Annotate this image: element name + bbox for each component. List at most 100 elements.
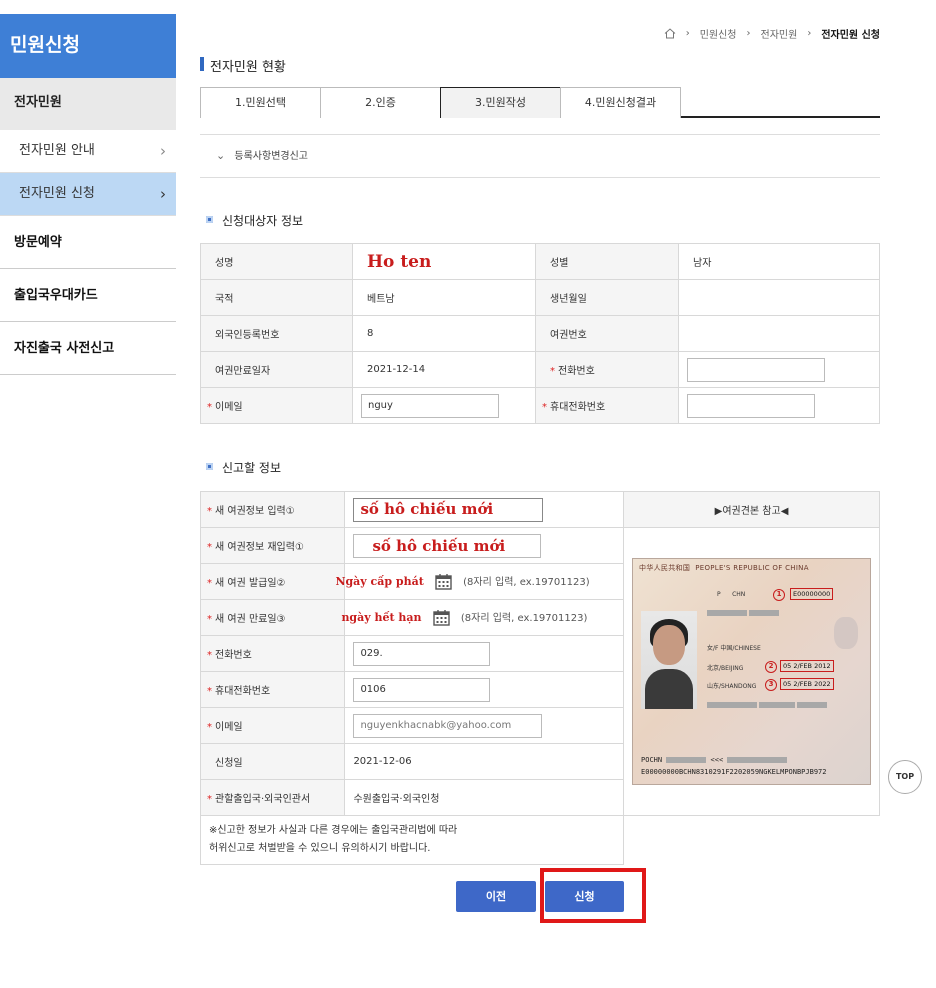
required-mark: * (542, 402, 547, 413)
sidebar-title: 민원신청 (0, 14, 176, 78)
submit-highlight-box (540, 868, 646, 923)
breadcrumb-item[interactable]: 민원신청 (700, 26, 737, 41)
sidebar-item-label: 전자민원 안내 (19, 143, 95, 158)
required-mark: * (207, 650, 212, 661)
marker-3: 3 (765, 679, 778, 691)
required-mark: * (207, 578, 212, 589)
report-email-input[interactable]: nguyenkhacnabk@yahoo.com (353, 713, 543, 738)
passport-expiry-date: 05 2/FEB 2022 (780, 678, 834, 690)
tab-write[interactable]: 3.민원작성 (440, 87, 561, 118)
collapse-label: 등록사항변경신고 (234, 151, 309, 162)
page-title: 전자민원 현황 (200, 56, 286, 75)
phone-label: 전화번호 (558, 366, 595, 377)
home-icon[interactable] (664, 28, 676, 39)
sidebar-menu-visit-reservation[interactable]: 방문예약 (0, 216, 176, 269)
required-mark: * (207, 614, 212, 625)
gender-value: 남자 (678, 243, 880, 280)
apply-date-label: 신청일 (199, 743, 346, 780)
issue-date-label: 새 여권 발급일② (215, 578, 286, 589)
issue-date-input[interactable]: Ngày cấp phát (335, 575, 423, 588)
applicant-info-table: 성명 Ho ten 성별 남자 국적 베트남 생년월일 외국인등록번호 8 여권… (200, 243, 880, 424)
calendar-icon[interactable] (433, 609, 450, 626)
marker-1: 1 (773, 589, 786, 601)
expiry-date-label: 새 여권 만료일③ (215, 614, 286, 625)
tab-result[interactable]: 4.민원신청결과 (560, 87, 681, 118)
breadcrumb-item[interactable]: 전자민원 (761, 26, 798, 41)
gender-label: 성별 (535, 243, 679, 280)
passport-sample-image: 中华人民共和国 PEOPLE'S REPUBLIC OF CHINA P CHN… (632, 558, 872, 785)
mobile-input[interactable] (687, 393, 815, 418)
nationality-label: 국적 (200, 279, 353, 316)
expiry-date-input[interactable]: ngày hết hạn (341, 611, 421, 624)
passport-issue-place: 山东/SHANDONG (707, 683, 757, 690)
sidebar-item-guide[interactable]: 전자민원 안내 › (0, 130, 176, 173)
collapse-toggle[interactable]: ⌄ 등록사항변경신고 (200, 134, 880, 178)
chevron-right-icon: › (160, 185, 166, 203)
required-mark: * (207, 506, 212, 517)
tab-auth[interactable]: 2.인증 (320, 87, 441, 118)
name-label: 성명 (200, 243, 353, 280)
sidebar-menu-voluntary-departure[interactable]: 자진출국 사전신고 (0, 322, 176, 375)
date-format-hint: (8자리 입력, ex.19701123) (463, 576, 590, 588)
passport-type: P (717, 591, 721, 598)
passport-sex-nationality: 女/F 中国/CHINESE (707, 645, 761, 652)
breadcrumb: › 민원신청 › 전자민원 › 전자민원 신청 (664, 26, 880, 41)
name-value: Ho ten (367, 251, 432, 272)
required-mark: * (207, 686, 212, 697)
sidebar-section-e-civil[interactable]: 전자민원 (0, 78, 176, 130)
report-info-table: * 새 여권정보 입력① số hô chiếu mới ▶여권견본 참고◀ * 새… (199, 491, 880, 865)
office-label: 관할출입국·외국인관서 (215, 794, 311, 805)
report-phone-input[interactable]: 029. (353, 641, 491, 666)
breadcrumb-separator: › (746, 28, 751, 39)
passport-mrz-line2: E00000000BCHN8310291F2202059NGKELMPONBPJ… (641, 768, 827, 776)
phone-input[interactable] (687, 357, 825, 382)
breadcrumb-separator: › (685, 28, 690, 39)
sidebar-item-apply[interactable]: 전자민원 신청 › (0, 173, 176, 216)
scroll-top-button[interactable]: TOP (888, 760, 922, 794)
required-mark: * (207, 402, 212, 413)
required-mark: * (207, 722, 212, 733)
notice-line: 허위신고로 처벌받을 수 있으니 유의하시기 바랍니다. (209, 843, 431, 854)
new-passport-input[interactable]: số hô chiếu mới (353, 497, 544, 522)
applicant-heading: 신청대상자 정보 (206, 212, 303, 229)
passport-expiry-label: 여권만료일자 (200, 351, 353, 388)
report-email-label: 이메일 (215, 722, 243, 733)
passport-reference-label: ▶여권견본 참고◀ (623, 491, 880, 528)
alien-reg-label: 외국인등록번호 (200, 315, 353, 352)
passport-photo (641, 611, 698, 709)
notice-text: ※신고한 정보가 사실과 다른 경우에는 출입국관리법에 따라 허위신고로 처벌… (199, 815, 625, 865)
office-value: 수원출입국·외국인청 (344, 779, 625, 816)
new-passport-re-label: 새 여권정보 재입력① (215, 542, 304, 553)
passport-ghost-photo (834, 617, 859, 649)
passport-issue-date: 05 2/FEB 2012 (780, 660, 834, 672)
report-mobile-input[interactable]: 0106 (353, 677, 491, 702)
calendar-icon[interactable] (435, 573, 452, 590)
email-input[interactable]: nguy (361, 393, 499, 418)
passport-mrz-line1: POCHN (641, 756, 663, 764)
date-format-hint: (8자리 입력, ex.19701123) (460, 612, 588, 624)
prev-button[interactable]: 이전 (456, 881, 536, 912)
sidebar-menu-priority-card[interactable]: 출입국우대카드 (0, 269, 176, 322)
passport-birth-place: 北京/BEIJING (707, 665, 744, 672)
nationality-value: 베트남 (352, 279, 536, 316)
report-mobile-label: 휴대전화번호 (215, 686, 271, 697)
passport-header-en: PEOPLE'S REPUBLIC OF CHINA (695, 564, 809, 572)
step-tabs: 1.민원선택 2.인증 3.민원작성 4.민원신청결과 (200, 87, 880, 118)
chevron-down-icon: ⌄ (216, 149, 226, 162)
marker-2: 2 (765, 661, 778, 673)
required-mark: * (207, 794, 212, 805)
new-passport-label: 새 여권정보 입력① (215, 506, 295, 517)
tab-select[interactable]: 1.민원선택 (200, 87, 321, 118)
new-passport-re-input[interactable]: số hô chiếu mới (353, 533, 542, 558)
birth-value (678, 279, 880, 316)
sidebar-item-label: 전자민원 신청 (19, 186, 95, 201)
required-mark: * (550, 366, 555, 377)
passport-no-label: 여권번호 (535, 315, 679, 352)
sidebar: 민원신청 전자민원 전자민원 안내 › 전자민원 신청 › 방문예약 출입국우대… (0, 14, 176, 375)
required-mark: * (207, 542, 212, 553)
passport-country: CHN (732, 591, 746, 598)
passport-no-value (678, 315, 880, 352)
report-heading: 신고할 정보 (206, 459, 281, 476)
breadcrumb-current: 전자민원 신청 (821, 30, 880, 41)
email-label: 이메일 (215, 402, 243, 413)
